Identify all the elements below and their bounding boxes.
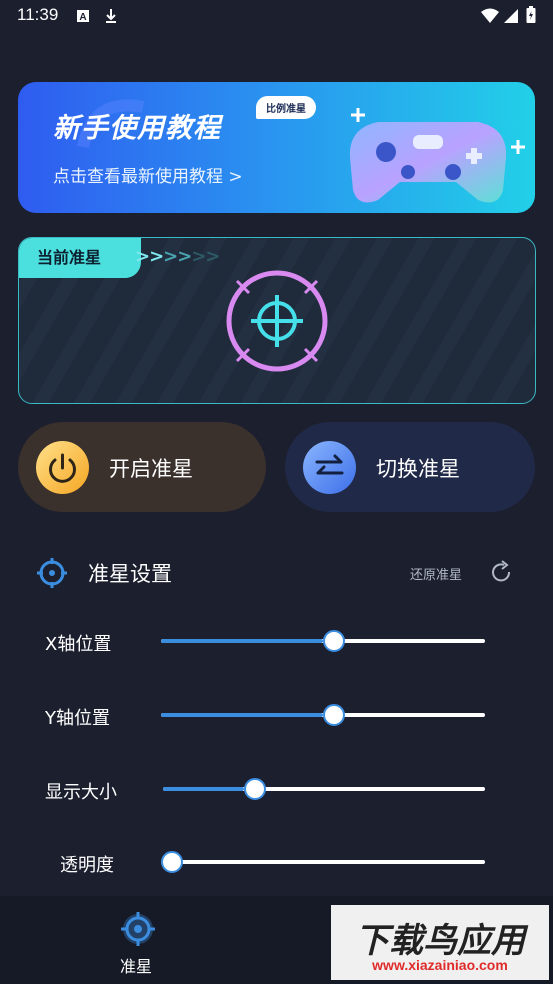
open-crosshair-button[interactable]: 开启准星	[18, 422, 266, 512]
target-icon	[37, 558, 67, 588]
current-crosshair-card: 当前准星 >>>>>>	[18, 237, 536, 404]
slider-fill	[161, 713, 323, 717]
slider-thumb[interactable]	[323, 630, 345, 652]
download-icon	[104, 8, 118, 23]
slider-fill	[161, 639, 323, 643]
status-time: 11:39	[17, 5, 59, 24]
slider-y-label: Y轴位置	[45, 708, 110, 729]
swap-icon	[303, 441, 356, 494]
gamepad-icon	[349, 108, 525, 203]
battery-icon	[526, 6, 536, 24]
switch-crosshair-button[interactable]: 切换准星	[285, 422, 535, 512]
watermark-url: www.xiazainiao.com	[372, 957, 508, 973]
current-crosshair-tag: 当前准星	[19, 238, 141, 278]
banner-bubble: 比例准星	[256, 96, 316, 119]
restore-crosshair-button[interactable]: 还原准星	[410, 564, 462, 583]
nav-crosshair-label: 准星	[120, 957, 153, 976]
slider-thumb[interactable]	[161, 851, 183, 873]
watermark: 下载鸟应用 www.xiazainiao.com	[331, 905, 549, 980]
slider-thumb[interactable]	[323, 704, 345, 726]
status-bar: 11:39 A	[0, 0, 553, 32]
wifi-icon	[480, 8, 500, 23]
open-crosshair-label: 开启准星	[109, 457, 193, 481]
power-icon	[36, 441, 89, 494]
watermark-title: 下载鸟应用	[355, 921, 525, 961]
slider-opacity-label: 透明度	[60, 855, 114, 876]
crosshair-preview-icon	[226, 270, 328, 372]
arrow-decoration: >>>>>>	[135, 246, 221, 267]
settings-title: 准星设置	[88, 562, 172, 586]
banner-title: 新手使用教程	[53, 113, 221, 144]
slider-track[interactable]	[161, 860, 485, 864]
slider-size-label: 显示大小	[45, 782, 117, 803]
slider-x-label: X轴位置	[45, 634, 112, 655]
svg-text:A: A	[79, 12, 86, 23]
nav-crosshair-icon	[121, 912, 155, 946]
banner-subtitle: 点击查看最新使用教程 >	[53, 167, 243, 187]
slider-fill	[163, 787, 244, 791]
switch-crosshair-label: 切换准星	[376, 457, 460, 481]
refresh-icon[interactable]	[488, 559, 514, 585]
signal-icon	[503, 8, 519, 23]
notification-a-icon: A	[76, 8, 90, 23]
slider-thumb[interactable]	[244, 778, 266, 800]
tutorial-banner[interactable]: 新手使用教程 比例准星 点击查看最新使用教程 >	[18, 82, 535, 213]
